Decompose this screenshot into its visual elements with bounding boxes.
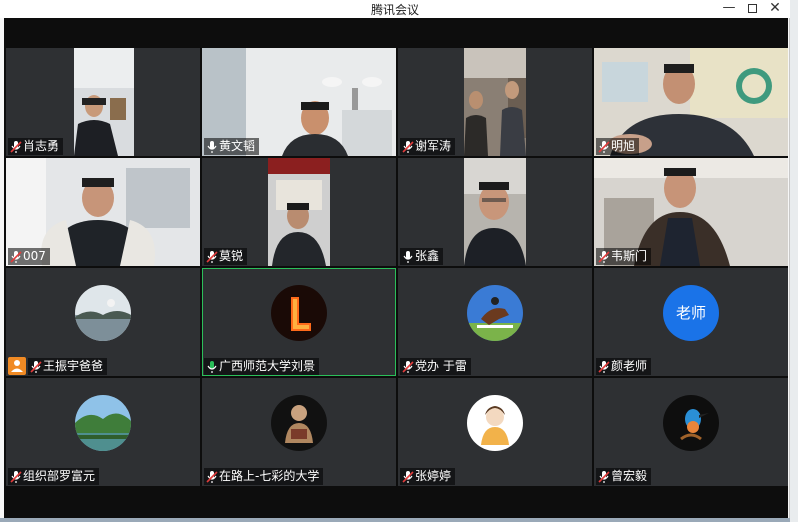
participant-label: 广西师范大学刘景 — [204, 358, 320, 375]
participant-label: 谢军涛 — [400, 138, 456, 155]
mic-muted-icon — [206, 250, 218, 264]
participant-label: 在路上-七彩的大学 — [204, 468, 324, 485]
meeting-window: 腾讯会议 — ✕ 肖志勇 黄文韬 谢军涛 明旭 007 莫锐 张鑫 韦斯门 王振… — [0, 0, 790, 522]
mic-muted-icon — [10, 470, 22, 484]
participant-tile[interactable]: 王振宇爸爸 — [6, 268, 200, 376]
participant-tile[interactable]: 莫锐 — [202, 158, 396, 266]
participant-label: 党办 于雷 — [400, 358, 471, 375]
participant-name: 王振宇爸爸 — [43, 359, 104, 373]
maximize-button[interactable] — [741, 0, 763, 18]
participant-label: 颜老师 — [596, 358, 652, 375]
avatar-text: 老师 — [663, 285, 719, 341]
close-button[interactable]: ✕ — [764, 0, 786, 18]
participant-tile[interactable]: 张鑫 — [398, 158, 592, 266]
participant-name: 007 — [23, 249, 46, 263]
title-bar[interactable]: 腾讯会议 — ✕ — [0, 0, 790, 18]
participant-label: 007 — [8, 248, 50, 265]
participant-label: 张鑫 — [400, 248, 444, 265]
mic-speaking-icon — [206, 360, 218, 374]
participant-label: 明旭 — [596, 138, 640, 155]
participant-label: 张婷婷 — [400, 468, 456, 485]
participant-name: 黄文韬 — [219, 139, 256, 153]
mic-muted-icon — [598, 140, 610, 154]
participant-video — [74, 48, 134, 156]
participant-label: 黄文韬 — [204, 138, 260, 155]
participant-label: 肖志勇 — [8, 138, 64, 155]
participant-label: 韦斯门 — [596, 248, 652, 265]
avatar-lake-landscape — [75, 285, 131, 341]
avatar-forest-river — [75, 395, 131, 451]
mic-muted-icon — [10, 140, 22, 154]
participant-name: 张鑫 — [415, 249, 440, 263]
participant-label: 王振宇爸爸 — [28, 358, 108, 375]
participant-tile[interactable]: 黄文韬 — [202, 48, 396, 156]
participant-tile[interactable]: 谢军涛 — [398, 48, 592, 156]
avatar-fire-letter — [271, 285, 327, 341]
mic-muted-icon — [30, 360, 42, 374]
maximize-icon — [747, 4, 757, 13]
mic-muted-icon — [10, 250, 22, 264]
taskbar-strip — [0, 518, 790, 522]
participant-tile[interactable]: 张婷婷 — [398, 378, 592, 486]
participant-grid: 肖志勇 黄文韬 谢军涛 明旭 007 莫锐 张鑫 韦斯门 王振宇爸爸 广西师范大… — [6, 48, 788, 488]
participant-name: 曾宏毅 — [611, 469, 648, 483]
participant-name: 莫锐 — [219, 249, 244, 263]
minimize-button[interactable]: — — [718, 0, 740, 18]
participant-label: 莫锐 — [204, 248, 248, 265]
participant-video — [464, 158, 526, 266]
participant-name: 在路上-七彩的大学 — [219, 469, 320, 483]
window-title: 腾讯会议 — [370, 3, 419, 17]
mic-icon — [206, 140, 218, 154]
mic-muted-icon — [402, 360, 414, 374]
avatar-kingfisher-bird — [663, 395, 719, 451]
participant-name: 颜老师 — [611, 359, 648, 373]
participant-name: 党办 于雷 — [415, 359, 467, 373]
video-stage: 肖志勇 黄文韬 谢军涛 明旭 007 莫锐 张鑫 韦斯门 王振宇爸爸 广西师范大… — [4, 18, 788, 518]
avatar-cartoon-girl — [467, 395, 523, 451]
participant-tile[interactable]: 肖志勇 — [6, 48, 200, 156]
participant-label: 组织部罗富元 — [8, 468, 100, 485]
participant-video — [268, 158, 330, 266]
mic-muted-icon — [598, 470, 610, 484]
participant-name: 韦斯门 — [611, 249, 648, 263]
participant-tile[interactable]: 明旭 — [594, 48, 788, 156]
mic-muted-icon — [402, 140, 414, 154]
avatar-figurine — [271, 395, 327, 451]
participant-tile[interactable]: 在路上-七彩的大学 — [202, 378, 396, 486]
participant-tile[interactable]: 组织部罗富元 — [6, 378, 200, 486]
avatar-horse-jumping — [467, 285, 523, 341]
participant-tile[interactable]: 曾宏毅 — [594, 378, 788, 486]
participant-tile[interactable]: 韦斯门 — [594, 158, 788, 266]
participant-tile-speaking[interactable]: 广西师范大学刘景 — [202, 268, 396, 376]
participant-tile[interactable]: 007 — [6, 158, 200, 266]
participant-name: 张婷婷 — [415, 469, 452, 483]
participant-name: 明旭 — [611, 139, 636, 153]
participant-label: 曾宏毅 — [596, 468, 652, 485]
participant-name: 广西师范大学刘景 — [219, 359, 316, 373]
desktop-background — [790, 0, 798, 522]
participant-tile[interactable]: 党办 于雷 — [398, 268, 592, 376]
mic-muted-icon — [206, 470, 218, 484]
participant-name: 肖志勇 — [23, 139, 60, 153]
host-badge-icon — [8, 357, 26, 375]
mic-muted-icon — [598, 360, 610, 374]
mic-icon — [402, 250, 414, 264]
mic-muted-icon — [402, 470, 414, 484]
participant-video — [464, 48, 526, 156]
participant-name: 谢军涛 — [415, 139, 452, 153]
mic-muted-icon — [598, 250, 610, 264]
participant-tile[interactable]: 老师 颜老师 — [594, 268, 788, 376]
participant-name: 组织部罗富元 — [23, 469, 96, 483]
